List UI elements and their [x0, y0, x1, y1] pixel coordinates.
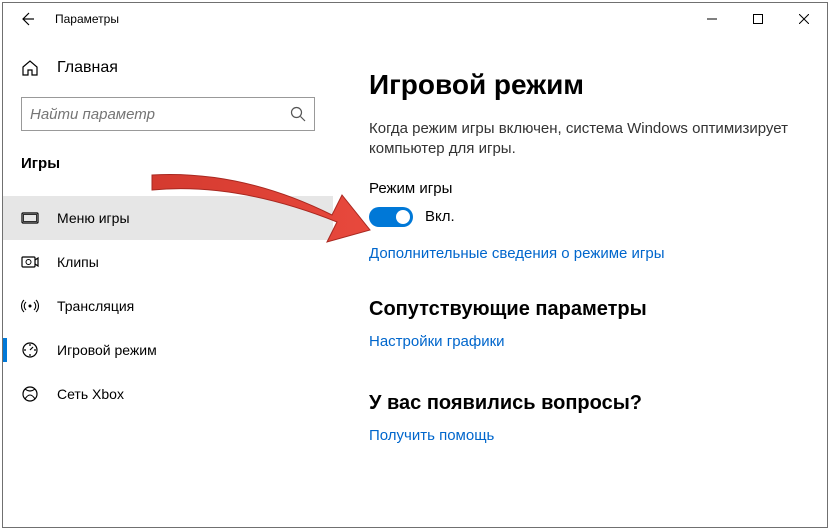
search-input[interactable]	[30, 106, 290, 123]
xbox-icon	[21, 385, 39, 403]
sidebar-item-label: Игровой режим	[57, 342, 157, 358]
toggle-row: Вкл.	[369, 207, 797, 227]
settings-window: Параметры Главная	[2, 2, 828, 528]
sidebar-item-game-mode[interactable]: Игровой режим	[3, 328, 333, 372]
sidebar: Главная Игры Меню игры Клипы	[3, 35, 333, 527]
broadcasting-icon	[21, 297, 39, 315]
home-icon	[21, 59, 39, 77]
page-description: Когда режим игры включен, система Window…	[369, 119, 797, 160]
window-controls	[689, 3, 827, 35]
toggle-label: Режим игры	[369, 180, 797, 197]
graphics-settings-link[interactable]: Настройки графики	[369, 333, 505, 350]
help-heading: У вас появились вопросы?	[369, 392, 797, 415]
sidebar-item-label: Сеть Xbox	[57, 386, 124, 402]
toggle-knob	[396, 210, 410, 224]
captures-icon	[21, 253, 39, 271]
minimize-icon	[707, 14, 717, 24]
sidebar-item-xbox-networking[interactable]: Сеть Xbox	[3, 372, 333, 416]
related-heading: Сопутствующие параметры	[369, 298, 797, 321]
sidebar-item-captures[interactable]: Клипы	[3, 240, 333, 284]
sidebar-item-label: Меню игры	[57, 210, 130, 226]
home-button[interactable]: Главная	[3, 49, 333, 87]
window-title: Параметры	[51, 12, 119, 26]
titlebar: Параметры	[3, 3, 827, 35]
section-header: Игры	[3, 131, 333, 182]
back-button[interactable]	[3, 3, 51, 35]
more-info-link[interactable]: Дополнительные сведения о режиме игры	[369, 245, 665, 262]
game-bar-icon	[21, 209, 39, 227]
search-icon	[290, 106, 306, 122]
nav-list: Меню игры Клипы Трансляция	[3, 196, 333, 416]
arrow-left-icon	[19, 11, 35, 27]
get-help-link[interactable]: Получить помощь	[369, 427, 494, 444]
sidebar-item-game-bar[interactable]: Меню игры	[3, 196, 333, 240]
toggle-state: Вкл.	[425, 208, 455, 225]
sidebar-item-label: Клипы	[57, 254, 99, 270]
main-panel: Игровой режим Когда режим игры включен, …	[333, 35, 827, 527]
game-mode-toggle[interactable]	[369, 207, 413, 227]
sidebar-item-broadcasting[interactable]: Трансляция	[3, 284, 333, 328]
close-button[interactable]	[781, 3, 827, 35]
maximize-button[interactable]	[735, 3, 781, 35]
search-box[interactable]	[21, 97, 315, 131]
minimize-button[interactable]	[689, 3, 735, 35]
home-label: Главная	[57, 59, 118, 77]
maximize-icon	[753, 14, 763, 24]
sidebar-item-label: Трансляция	[57, 298, 134, 314]
content-area: Главная Игры Меню игры Клипы	[3, 35, 827, 527]
game-mode-icon	[21, 341, 39, 359]
page-title: Игровой режим	[369, 69, 797, 101]
close-icon	[799, 14, 809, 24]
